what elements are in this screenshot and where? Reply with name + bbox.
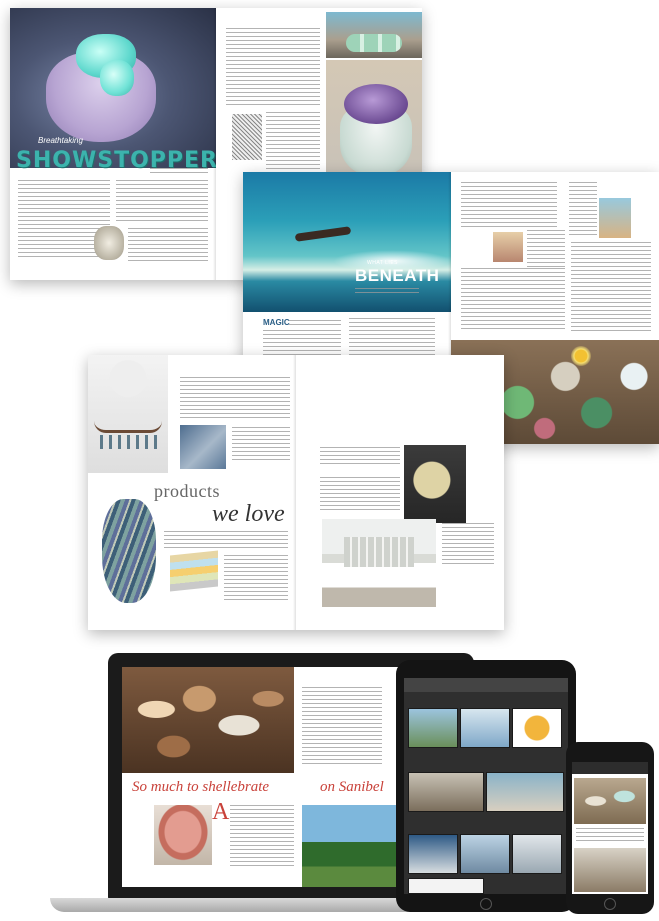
caption-text xyxy=(232,427,290,463)
note-cards-photo xyxy=(170,550,218,592)
body-text-column xyxy=(576,828,644,844)
inset-photo xyxy=(599,198,631,238)
body-text-column xyxy=(230,805,294,869)
spread-left-page: Breathtaking SHOWSTOPPERS xyxy=(10,8,234,280)
drop-cap: A xyxy=(212,799,230,825)
ocean-swimmer-photo xyxy=(243,172,451,312)
byline-lines xyxy=(355,288,419,293)
body-text-column xyxy=(226,28,320,106)
body-text-column xyxy=(289,320,341,326)
section-heading-script: we love xyxy=(212,501,285,527)
purple-glass-photo xyxy=(326,60,422,190)
article-headline: So much to shellebrate xyxy=(132,779,270,795)
article-headline-continued: on Sanibel xyxy=(320,779,384,795)
home-button-icon[interactable] xyxy=(604,898,616,910)
caption-text xyxy=(224,555,288,603)
caption-text xyxy=(266,112,320,170)
home-button-icon[interactable] xyxy=(480,898,492,910)
tablet-tile[interactable] xyxy=(408,708,458,748)
tablet-tile[interactable] xyxy=(408,772,484,812)
chandelier-photo xyxy=(88,355,168,473)
sea-glass-gems xyxy=(346,34,402,52)
headboard xyxy=(344,537,414,567)
tablet-device xyxy=(396,660,576,912)
body-text-column xyxy=(461,182,557,228)
caption-text xyxy=(569,182,597,236)
phone-photo xyxy=(574,848,646,892)
phone-header-bar xyxy=(572,762,648,774)
glass-top xyxy=(344,84,408,124)
sea-glass-piece xyxy=(100,60,134,96)
lobster-hook-photo xyxy=(404,445,466,523)
phone-photo xyxy=(574,778,646,824)
body-text-column xyxy=(302,687,382,767)
magazine-spread-products: products we love xyxy=(88,355,504,630)
coral-photo xyxy=(154,805,212,865)
seashells-photo xyxy=(122,667,294,773)
phone-screen xyxy=(572,762,648,894)
tablet-tile[interactable] xyxy=(408,834,458,874)
lead-word: MAGIC xyxy=(263,318,290,327)
bedroom-photo xyxy=(322,519,436,607)
sea-glass-row-photo xyxy=(326,12,422,58)
swimmer-figure xyxy=(294,226,352,242)
body-text-column xyxy=(571,242,651,332)
shell-photo xyxy=(94,226,124,260)
body-text-column xyxy=(320,477,400,513)
tablet-tile[interactable] xyxy=(408,878,484,894)
section-heading: products xyxy=(154,481,220,501)
tablet-tile[interactable] xyxy=(460,708,510,748)
tablet-tile[interactable] xyxy=(512,708,562,748)
chandelier-arms xyxy=(94,421,162,433)
body-text-column xyxy=(461,268,565,332)
spread-left-page: products we love xyxy=(88,355,296,630)
tablet-tile[interactable] xyxy=(512,834,562,874)
tablet-tile[interactable] xyxy=(460,834,510,874)
byline-lines xyxy=(150,168,208,173)
vintage-engraving xyxy=(232,114,262,160)
body-text-column xyxy=(180,377,290,419)
body-text-column xyxy=(320,447,400,467)
caption-text xyxy=(442,523,494,567)
tablet-screen xyxy=(404,678,568,894)
caption-text xyxy=(527,230,565,270)
yarn-skein-photo xyxy=(102,499,156,603)
article-subtitle: Breathtaking xyxy=(38,136,83,145)
article-headline: BENEATH xyxy=(355,266,440,285)
flower-decoration xyxy=(571,346,591,366)
chandelier-drops xyxy=(100,435,158,449)
body-text-column xyxy=(116,180,208,224)
phone-device xyxy=(566,742,654,914)
tablet-tile[interactable] xyxy=(486,772,564,812)
inset-photo xyxy=(493,232,523,262)
tablet-header-bar xyxy=(404,678,568,692)
denim-bag-photo xyxy=(180,425,226,469)
caption-text xyxy=(128,228,208,262)
body-text-column xyxy=(164,531,288,551)
